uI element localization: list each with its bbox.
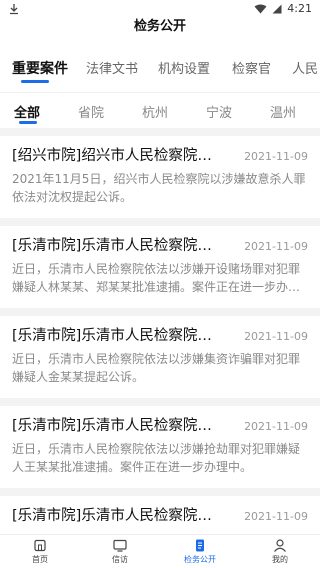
nav-petition-label: 信访: [112, 554, 128, 564]
item-title: [乐清市院]乐清市人民检察院依法对…: [12, 238, 222, 254]
signal-icon: [272, 4, 282, 13]
divider: [0, 128, 320, 136]
item-summary: 2021年11月5日，绍兴市人民检察院以涉嫌故意杀人罪依法对沈权提起公诉。: [12, 172, 306, 204]
nav-home-label: 首页: [32, 554, 48, 564]
nav-disclosure[interactable]: 检务公开: [160, 535, 240, 568]
item-title: [乐清市院]乐清市人民检察院依法对…: [12, 508, 222, 524]
tab-active-indicator: [21, 80, 49, 83]
list-item[interactable]: [乐清市院]乐清市人民检察院依法对… 2021-11-09 近日，乐清市人民检察…: [0, 406, 320, 496]
nav-profile[interactable]: 我的: [240, 535, 320, 568]
case-list: [绍兴市院]绍兴市人民检察院依法对… 2021-11-09 2021年11月5日…: [0, 136, 320, 568]
document-icon: [196, 539, 204, 551]
item-summary: 近日，乐清市人民检察院依法以涉嫌开设赌场罪对犯罪嫌疑人林某某、郑某某批准逮捕。案…: [12, 262, 301, 294]
tab-people[interactable]: 人民: [292, 58, 318, 77]
nav-petition[interactable]: 信访: [80, 535, 160, 568]
subtab-all[interactable]: 全部: [14, 102, 40, 121]
page-title: 检务公开: [133, 19, 186, 34]
item-date: 2021-11-09: [244, 240, 308, 253]
item-date: 2021-11-09: [244, 330, 308, 343]
item-summary: 近日，乐清市人民检察院依法以涉嫌抢劫罪对犯罪嫌疑人王某某批准逮捕。案件正在进一步…: [12, 442, 301, 474]
bottom-nav: 首页 信访 检务公开 我的: [0, 534, 320, 568]
item-title: [乐清市院]乐清市人民检察院依法对…: [12, 328, 222, 344]
subtab-hangzhou[interactable]: 杭州: [142, 102, 168, 121]
tv-icon: [113, 539, 127, 552]
tab-prosecutors[interactable]: 检察官: [232, 58, 271, 77]
status-right: 4:21: [254, 2, 312, 15]
tab-organization[interactable]: 机构设置: [158, 58, 210, 77]
tab-important-cases[interactable]: 重要案件: [12, 58, 68, 78]
subtab-active-indicator: [19, 121, 37, 124]
home-icon: [34, 539, 46, 551]
item-date: 2021-11-09: [244, 510, 308, 523]
item-date: 2021-11-09: [244, 420, 308, 433]
list-item[interactable]: [乐清市院]乐清市人民检察院依法对… 2021-11-09 近日，乐清市人民检察…: [0, 226, 320, 316]
list-item[interactable]: [绍兴市院]绍兴市人民检察院依法对… 2021-11-09 2021年11月5日…: [0, 136, 320, 226]
nav-profile-label: 我的: [272, 554, 288, 564]
list-item[interactable]: [乐清市院]乐清市人民检察院依法对… 2021-11-09 近日，乐清市人民检察…: [0, 316, 320, 406]
item-summary: 近日，乐清市人民检察院依法以涉嫌集资诈骗罪对犯罪嫌疑人金某某提起公诉。: [12, 352, 301, 384]
item-date: 2021-11-09: [244, 150, 308, 163]
item-title: [乐清市院]乐清市人民检察院依法对…: [12, 418, 222, 434]
status-bar: 4:21: [0, 0, 320, 18]
region-tabs: 全部 省院 杭州 宁波 温州: [0, 92, 320, 128]
subtab-province[interactable]: 省院: [78, 102, 104, 121]
download-icon[interactable]: [8, 3, 20, 15]
subtab-ningbo[interactable]: 宁波: [206, 102, 232, 121]
user-icon: [274, 538, 286, 552]
item-title: [绍兴市院]绍兴市人民检察院依法对…: [12, 148, 222, 164]
tab-legal-documents[interactable]: 法律文书: [86, 58, 138, 77]
wifi-icon: [254, 4, 267, 13]
category-tabs: 重要案件 法律文书 机构设置 检察官 人民: [0, 50, 320, 84]
nav-home[interactable]: 首页: [0, 535, 80, 568]
subtab-wenzhou[interactable]: 温州: [270, 102, 296, 121]
status-time: 4:21: [287, 2, 312, 15]
nav-disclosure-label: 检务公开: [184, 554, 216, 564]
